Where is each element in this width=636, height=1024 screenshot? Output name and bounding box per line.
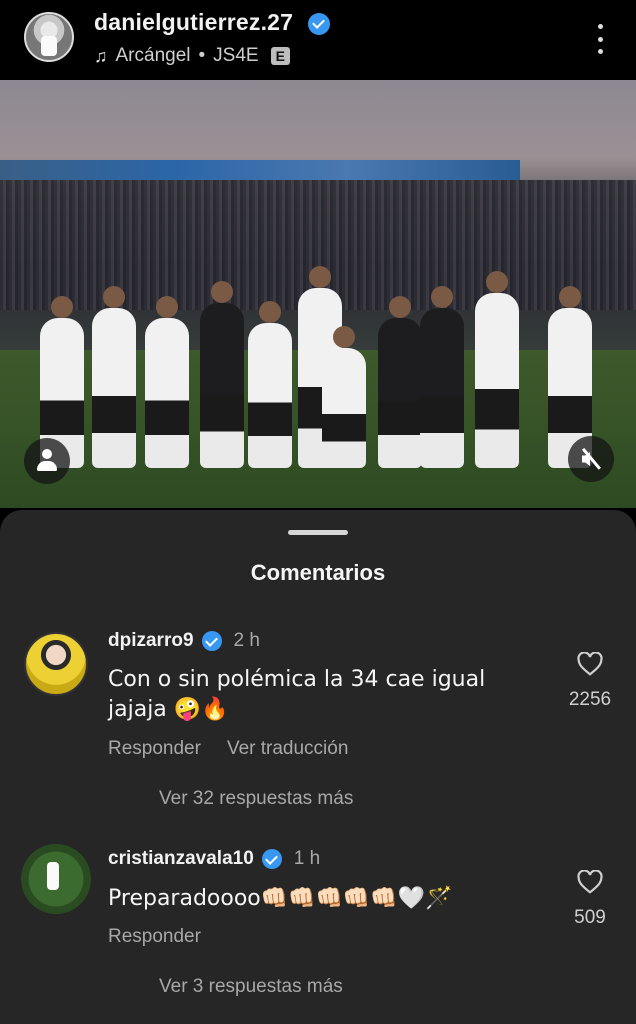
stadium-banner bbox=[0, 160, 520, 180]
post-photo[interactable] bbox=[0, 80, 636, 508]
view-replies-button[interactable]: Ver 3 respuestas más bbox=[159, 976, 343, 998]
comment-text: Preparadoooo👊🏻👊🏻👊🏻👊🏻👊🏻🤍🪄 bbox=[108, 886, 453, 911]
drag-handle[interactable] bbox=[288, 530, 348, 535]
comment-actions: Responder Ver traducción bbox=[108, 738, 348, 760]
more-vertical-icon[interactable] bbox=[594, 24, 606, 54]
player bbox=[145, 296, 189, 468]
translate-button[interactable]: Ver traducción bbox=[227, 738, 348, 760]
music-artist: JS4E bbox=[213, 45, 259, 66]
comment-avatar[interactable] bbox=[24, 632, 88, 696]
verified-badge-icon bbox=[308, 13, 330, 35]
reply-button[interactable]: Responder bbox=[108, 926, 201, 948]
player bbox=[248, 301, 292, 468]
comments-sheet: Comentarios dpizarro9 2 h Con o sin polé… bbox=[0, 510, 636, 1024]
music-title: Arcángel bbox=[115, 45, 191, 66]
player bbox=[322, 326, 366, 468]
comments-title: Comentarios bbox=[250, 560, 386, 585]
comment-username-row: dpizarro9 2 h bbox=[108, 630, 260, 652]
music-info[interactable]: ♫ Arcángel • JS4E E bbox=[94, 45, 290, 67]
comment-time: 2 h bbox=[233, 630, 260, 651]
comment-item: cristianzavala10 1 h Preparadoooo👊🏻👊🏻👊🏻👊… bbox=[0, 844, 636, 1024]
player bbox=[420, 286, 464, 468]
comment-username[interactable]: dpizarro9 bbox=[108, 630, 194, 652]
verified-badge-icon bbox=[261, 849, 282, 869]
reply-button[interactable]: Responder bbox=[108, 738, 201, 760]
music-note-icon: ♫ bbox=[94, 45, 108, 66]
player bbox=[92, 286, 136, 468]
player bbox=[378, 296, 422, 468]
like-box: 509 bbox=[560, 869, 620, 929]
volume-muted-icon[interactable] bbox=[568, 436, 614, 482]
like-count: 2256 bbox=[568, 689, 612, 710]
view-replies-button[interactable]: Ver 32 respuestas más bbox=[159, 788, 353, 810]
like-count: 509 bbox=[574, 907, 606, 928]
comment-text: Con o sin polémica la 34 cae igual jajaj… bbox=[108, 667, 486, 722]
music-separator: • bbox=[198, 45, 206, 66]
post-username[interactable]: danielgutierrez.27 bbox=[94, 9, 293, 36]
comment-avatar[interactable] bbox=[21, 844, 91, 914]
explicit-badge: E bbox=[270, 47, 290, 65]
post-header: danielgutierrez.27 ♫ Arcángel • JS4E E bbox=[0, 0, 636, 80]
heart-icon[interactable] bbox=[577, 869, 603, 894]
person-tag-icon[interactable] bbox=[24, 438, 70, 484]
comment-item: dpizarro9 2 h Con o sin polémica la 34 c… bbox=[0, 630, 636, 830]
comment-username[interactable]: cristianzavala10 bbox=[108, 848, 254, 870]
heart-icon[interactable] bbox=[577, 651, 603, 676]
comment-username-row: cristianzavala10 1 h bbox=[108, 848, 320, 870]
comment-time: 1 h bbox=[293, 848, 321, 869]
verified-badge-icon bbox=[201, 631, 222, 651]
profile-avatar[interactable] bbox=[24, 12, 74, 62]
player bbox=[200, 281, 244, 468]
player bbox=[475, 271, 519, 468]
like-box: 2256 bbox=[560, 651, 620, 711]
comment-actions: Responder bbox=[108, 926, 201, 948]
